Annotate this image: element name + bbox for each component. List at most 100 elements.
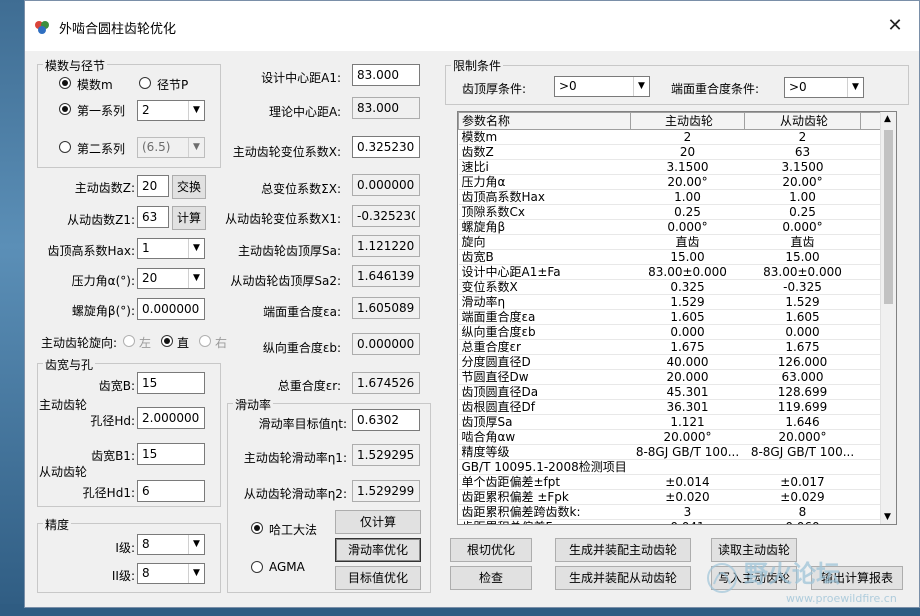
- check-button[interactable]: 检查: [450, 566, 532, 590]
- harbin-method-radio[interactable]: [251, 522, 263, 534]
- beta-input[interactable]: [137, 298, 205, 320]
- table-row[interactable]: GB/T 10095.1-2008检测项目: [458, 459, 883, 475]
- scroll-down-icon[interactable]: ▼: [884, 512, 891, 522]
- cell-driven: 1.00: [744, 189, 861, 205]
- cell-driven: 2: [744, 129, 861, 145]
- table-row[interactable]: 模数m 2 2: [458, 129, 883, 145]
- table-row[interactable]: 齿顶厚Sa 1.121 1.646: [458, 414, 883, 430]
- table-row[interactable]: 总重合度εr 1.675 1.675: [458, 339, 883, 355]
- table-row[interactable]: 啮合角αw 20.000° 20.000°: [458, 429, 883, 445]
- cell-driven: ±0.029: [744, 489, 861, 505]
- grid-scrollbar[interactable]: ▲ ▼: [880, 112, 896, 524]
- pitch-radio[interactable]: [139, 77, 151, 89]
- module-radio[interactable]: [59, 77, 71, 89]
- table-row[interactable]: 速比i 3.1500 3.1500: [458, 159, 883, 175]
- header-param-name[interactable]: 参数名称: [458, 112, 631, 130]
- table-row[interactable]: 节圆直径Dw 20.000 63.000: [458, 369, 883, 385]
- table-row[interactable]: 齿距累积偏差跨齿数k: 3 8: [458, 504, 883, 520]
- chevron-down-icon[interactable]: ▼: [633, 77, 649, 96]
- z-input[interactable]: [137, 175, 169, 197]
- chevron-down-icon[interactable]: ▼: [188, 269, 204, 288]
- table-row[interactable]: 单个齿距偏差±fpt ±0.014 ±0.017: [458, 474, 883, 490]
- chevron-down-icon[interactable]: ▼: [188, 535, 204, 554]
- target-opt-button[interactable]: 目标值优化: [335, 566, 421, 590]
- hand-left-radio[interactable]: [123, 335, 135, 347]
- series1-radio[interactable]: [59, 103, 71, 115]
- series2-select[interactable]: (6.5) ▼: [137, 137, 205, 158]
- table-row[interactable]: 齿距累积偏差 ±Fpk ±0.020 ±0.029: [458, 489, 883, 505]
- table-row[interactable]: 螺旋角β 0.000° 0.000°: [458, 219, 883, 235]
- hd1-input[interactable]: [137, 480, 205, 502]
- x-label: 主动齿轮变位系数X:: [232, 145, 341, 159]
- x-input[interactable]: [352, 136, 420, 158]
- series1-select[interactable]: 2 ▼: [137, 100, 205, 121]
- title-bar[interactable]: 外啮合圆柱齿轮优化 ✕: [25, 1, 919, 51]
- table-row[interactable]: 齿宽B 15.00 15.00: [458, 249, 883, 265]
- table-row[interactable]: 纵向重合度εb 0.000 0.000: [458, 324, 883, 340]
- calc-only-button[interactable]: 仅计算: [335, 510, 421, 534]
- scroll-up-icon[interactable]: ▲: [884, 114, 891, 124]
- scroll-thumb[interactable]: [884, 130, 893, 304]
- table-row[interactable]: 齿距累积总偏差Fp0.0410.060: [458, 519, 883, 524]
- undercut-opt-button[interactable]: 根切优化: [450, 538, 532, 562]
- cell-param-name: 齿距累积总偏差Fp: [458, 519, 631, 524]
- table-row[interactable]: 变位系数X 0.325 -0.325: [458, 279, 883, 295]
- overlap-condition-select[interactable]: >0 ▼: [784, 77, 864, 98]
- table-row[interactable]: 设计中心距A1±Fa 83.00±0.000 83.00±0.000: [458, 264, 883, 280]
- b-input[interactable]: [137, 372, 205, 394]
- parameter-grid[interactable]: 参数名称 主动齿轮 从动齿轮 模数m 2 2 齿数Z 20 63 速比i 3.1500 3.15…: [457, 111, 897, 525]
- alpha-select[interactable]: 20 ▼: [137, 268, 205, 289]
- slip-target-input[interactable]: [352, 409, 420, 431]
- gen-driven-gear-button[interactable]: 生成并装配从动齿轮: [555, 566, 691, 590]
- table-row[interactable]: 端面重合度εa 1.605 1.605: [458, 309, 883, 325]
- b1-input[interactable]: [137, 443, 205, 465]
- cell-driving: 0.041: [630, 519, 745, 524]
- table-row[interactable]: 齿数Z 20 63: [458, 144, 883, 160]
- table-row[interactable]: 旋向 直齿 直齿: [458, 234, 883, 250]
- i-grade-label: I级:: [115, 541, 135, 555]
- header-driven[interactable]: 从动齿轮: [744, 112, 861, 130]
- agma-radio[interactable]: [251, 561, 263, 573]
- i-grade-select[interactable]: 8 ▼: [137, 534, 205, 555]
- cell-driving: 0.325: [630, 279, 745, 295]
- gen-driving-gear-button[interactable]: 生成并装配主动齿轮: [555, 538, 691, 562]
- table-row[interactable]: 齿顶高系数Hax 1.00 1.00: [458, 189, 883, 205]
- ii-grade-label: II级:: [111, 569, 135, 583]
- cell-driven: 1.529: [744, 294, 861, 310]
- close-icon[interactable]: ✕: [883, 15, 907, 37]
- z1-input[interactable]: [137, 206, 169, 228]
- cell-driving: 1.121: [630, 414, 745, 430]
- cell-driving: 0.000°: [630, 219, 745, 235]
- tip-condition-select[interactable]: >0 ▼: [554, 76, 650, 97]
- table-row[interactable]: 齿顶圆直径Da 45.301 128.699: [458, 384, 883, 400]
- hd-input[interactable]: [137, 407, 205, 429]
- chevron-down-icon[interactable]: ▼: [188, 101, 204, 120]
- table-row[interactable]: 精度等级 8-8GJ GB/T 100... 8-8GJ GB/T 100...: [458, 444, 883, 460]
- chevron-down-icon[interactable]: ▼: [188, 138, 204, 157]
- table-row[interactable]: 顶隙系数Cx 0.25 0.25: [458, 204, 883, 220]
- a1-input[interactable]: [352, 64, 420, 86]
- hax-select[interactable]: 1 ▼: [137, 238, 205, 259]
- header-driving[interactable]: 主动齿轮: [630, 112, 745, 130]
- cell-driven: 8: [744, 504, 861, 520]
- chevron-down-icon[interactable]: ▼: [188, 564, 204, 583]
- table-row[interactable]: 滑动率η 1.529 1.529: [458, 294, 883, 310]
- slip-n1-label: 主动齿轮滑动率η1:: [243, 451, 347, 465]
- cell-driving: 0.25: [630, 204, 745, 220]
- calc-button[interactable]: 计算: [172, 206, 206, 230]
- table-row[interactable]: 齿根圆直径Df 36.301 119.699: [458, 399, 883, 415]
- table-row[interactable]: 分度圆直径D 40.000 126.000: [458, 354, 883, 370]
- slip-opt-button[interactable]: 滑动率优化: [335, 538, 421, 562]
- hand-straight-radio[interactable]: [161, 335, 173, 347]
- table-row[interactable]: 压力角α 20.00° 20.00°: [458, 174, 883, 190]
- cell-param-name: 总重合度εr: [458, 339, 631, 355]
- chevron-down-icon[interactable]: ▼: [188, 239, 204, 258]
- chevron-down-icon[interactable]: ▼: [847, 78, 863, 97]
- hax-label: 齿顶高系数Hax:: [47, 244, 135, 258]
- cell-param-name: GB/T 10095.1-2008检测项目: [458, 459, 631, 475]
- swap-button[interactable]: 交换: [172, 175, 206, 199]
- cell-driven: 119.699: [744, 399, 861, 415]
- ii-grade-select[interactable]: 8 ▼: [137, 563, 205, 584]
- series2-radio[interactable]: [59, 141, 71, 153]
- hand-right-radio[interactable]: [199, 335, 211, 347]
